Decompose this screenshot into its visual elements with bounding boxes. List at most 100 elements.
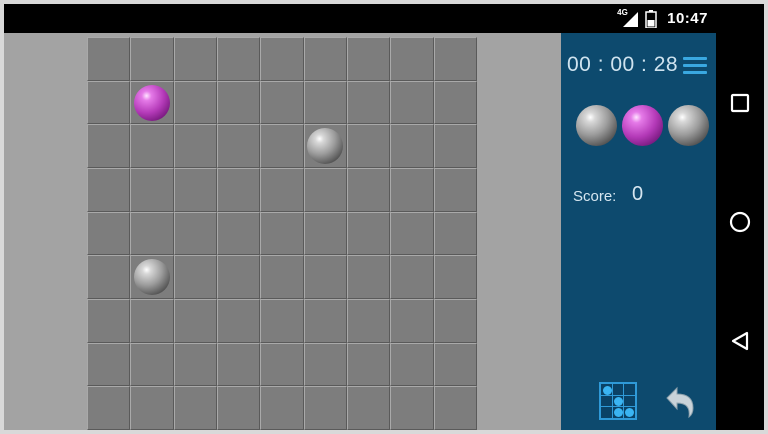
recents-button[interactable] [728,91,752,115]
status-clock: 10:47 [667,10,708,27]
hamburger-menu-icon[interactable] [683,56,707,76]
board-cell[interactable] [87,299,131,343]
board-cell[interactable] [347,211,391,256]
board-cell[interactable] [130,168,174,212]
hint-button[interactable] [599,382,637,420]
board-cell[interactable] [390,299,434,343]
board-cell[interactable] [347,299,391,343]
board-cell[interactable] [173,342,217,387]
board-cell[interactable] [173,211,217,256]
board-cell[interactable] [87,124,131,168]
board-cell[interactable] [303,37,347,81]
board-cell[interactable] [217,386,261,430]
board-cell[interactable] [260,342,304,387]
board-cell[interactable] [87,386,131,430]
board-cell[interactable] [87,211,131,256]
board-cell[interactable] [347,342,391,387]
board-cell[interactable] [130,386,174,430]
next-purple-ball [622,105,663,146]
score-value: 0 [632,183,644,205]
board-cell[interactable] [260,37,304,81]
board-cell[interactable] [433,342,477,387]
board-cell[interactable] [433,255,477,299]
board-cell[interactable] [433,386,477,430]
board-cell[interactable] [390,342,434,387]
board-cell[interactable] [173,37,217,81]
board-cell[interactable] [217,124,261,168]
board-cell[interactable] [433,299,477,343]
board-cell[interactable] [390,37,434,81]
board-cell[interactable] [390,255,434,299]
board-cell[interactable] [303,386,347,430]
back-button[interactable] [728,329,752,353]
board-cell[interactable] [217,211,261,256]
board-cell[interactable] [347,124,391,168]
board-cell[interactable] [130,299,174,343]
board-cell[interactable] [390,80,434,125]
board-cell[interactable] [260,168,304,212]
board-cell[interactable] [217,299,261,343]
board-cell[interactable] [347,255,391,299]
board-cell[interactable] [347,168,391,212]
board-cell[interactable] [260,80,304,125]
board-cell[interactable] [347,80,391,125]
network-type-label: 4G [617,7,628,17]
board-cell[interactable] [130,124,174,168]
game-area [4,33,561,430]
game-timer: 00 : 00 : 28 [567,53,679,76]
board-cell[interactable] [173,168,217,212]
undo-arrow-icon [666,386,694,419]
board-cell[interactable] [217,37,261,81]
board-cell[interactable] [87,255,131,299]
board-cell[interactable] [390,386,434,430]
board-cell[interactable] [347,37,391,81]
board-cell[interactable] [173,386,217,430]
board-cell[interactable] [260,211,304,256]
board-cell[interactable] [433,80,477,125]
next-gray-ball [668,105,709,146]
board-cell[interactable] [217,255,261,299]
board-cell[interactable] [260,386,304,430]
board-cell[interactable] [130,37,174,81]
board-cell[interactable] [433,168,477,212]
board-cell[interactable] [217,168,261,212]
board-cell[interactable] [390,168,434,212]
board-cell[interactable] [303,80,347,125]
hint-grid-icon [603,386,612,395]
board-cell[interactable] [217,80,261,125]
board-cell[interactable] [173,124,217,168]
board-cell[interactable] [433,124,477,168]
board-cell[interactable] [347,386,391,430]
board-cell[interactable] [87,37,131,81]
board-cell[interactable] [303,211,347,256]
board-cell[interactable] [260,124,304,168]
board-cell[interactable] [260,299,304,343]
board-cell[interactable] [173,80,217,125]
game-screen: 4G 10:47 00 : 00 : 28 Score: 0 [4,4,764,430]
triangle-back-icon [731,331,749,351]
board-cell[interactable] [173,255,217,299]
gray-ball[interactable] [134,259,170,296]
board-cell[interactable] [303,342,347,387]
board-cell[interactable] [260,255,304,299]
board-cell[interactable] [87,80,131,125]
undo-button[interactable] [663,383,699,419]
board-cell[interactable] [433,37,477,81]
board-cell[interactable] [390,124,434,168]
board-cell[interactable] [130,342,174,387]
board-cell[interactable] [303,168,347,212]
board-cell[interactable] [173,299,217,343]
board-cell[interactable] [87,168,131,212]
board-cell[interactable] [390,211,434,256]
purple-ball[interactable] [134,84,170,121]
board-cell[interactable] [303,255,347,299]
board-cell[interactable] [87,342,131,387]
board-cell[interactable] [130,211,174,256]
game-board[interactable] [87,37,477,430]
home-button[interactable] [728,210,752,234]
board-cell[interactable] [217,342,261,387]
next-gray-ball [576,105,617,146]
board-cell[interactable] [303,299,347,343]
board-cell[interactable] [433,211,477,256]
status-bar: 4G 10:47 [4,4,764,33]
